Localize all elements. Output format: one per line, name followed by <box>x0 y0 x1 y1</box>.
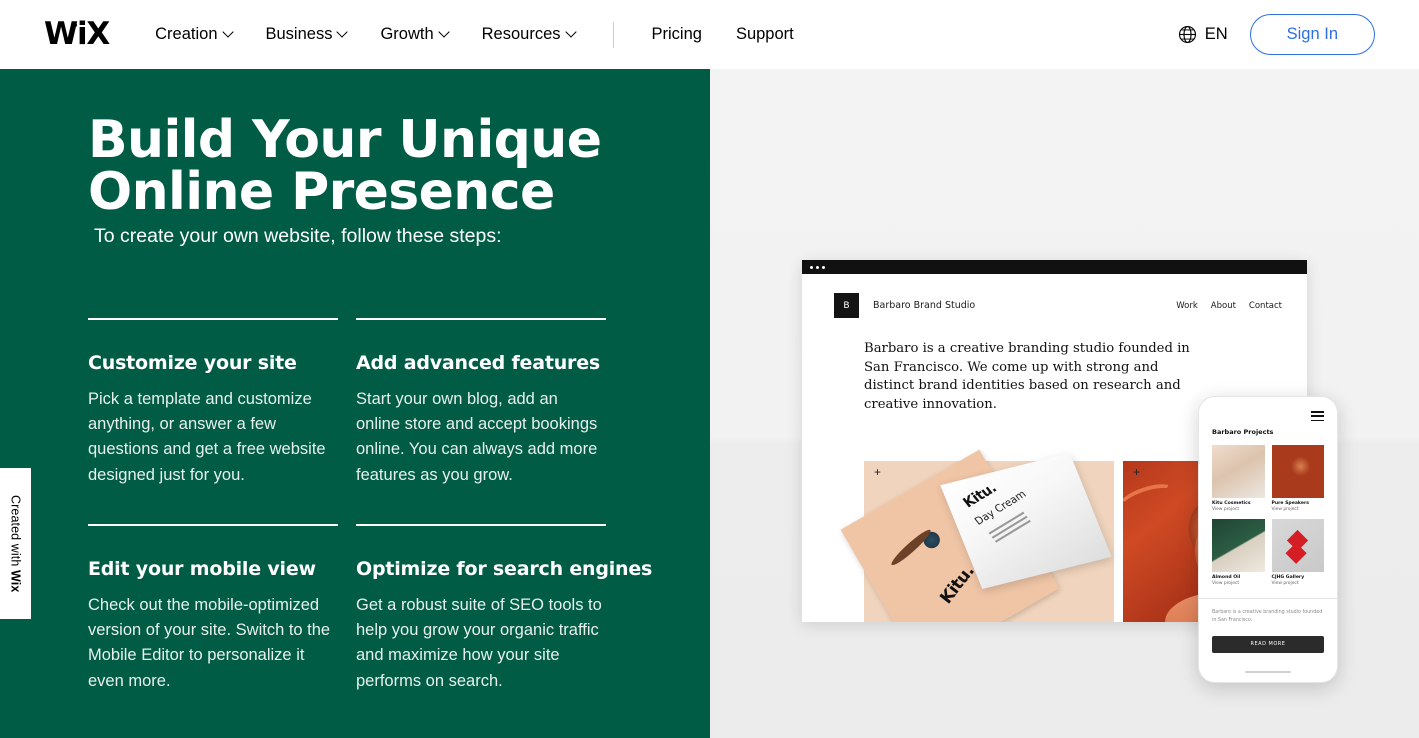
mobile-projects-grid: Kitu Cosmetics View project Pure Speaker… <box>1212 444 1325 586</box>
gallery-image-kitu-cosmetics: Kitu. Kitu. Day Cream <box>840 449 1114 622</box>
card-divider <box>356 523 606 526</box>
project-thumbnail <box>1212 444 1265 498</box>
created-with-wix-badge[interactable]: Created with Wix <box>0 468 31 619</box>
project-link[interactable]: View project <box>1272 507 1325 512</box>
sign-in-button[interactable]: Sign In <box>1249 14 1375 55</box>
eyebrow-shape <box>888 526 934 569</box>
mobile-divider <box>1199 597 1337 599</box>
step-card-customize: Customize your site Pick a template and … <box>88 318 338 488</box>
window-dot-icon <box>816 265 819 269</box>
card-body: Pick a template and customize anything, … <box>88 390 326 484</box>
preview-nav-work[interactable]: Work <box>1176 301 1198 311</box>
wix-logo[interactable]: WiX <box>44 15 110 52</box>
project-link[interactable]: View project <box>1212 507 1265 512</box>
browser-chrome-bar <box>802 260 1307 274</box>
nav-divider <box>612 21 614 48</box>
preview-site-nav: Work About Contact <box>1176 301 1282 311</box>
project-name: Pure Speakers <box>1271 500 1309 506</box>
window-dot-icon <box>822 265 825 269</box>
project-link[interactable]: View project <box>1272 581 1325 586</box>
mobile-project-item[interactable]: CJHG Gallery View project <box>1271 518 1325 586</box>
project-name: Almond Oil <box>1212 574 1241 580</box>
nav-item-support[interactable]: Support <box>719 25 811 44</box>
gallery-item-kitu[interactable]: + Kitu. Kitu. Day Cream <box>840 449 1114 622</box>
preview-logo-mark: B <box>834 293 859 318</box>
globe-icon <box>1178 25 1196 44</box>
project-thumbnail <box>1271 518 1324 572</box>
language-selector[interactable]: EN <box>1178 25 1228 44</box>
project-name: CJHG Gallery <box>1271 574 1305 580</box>
project-link[interactable]: View project <box>1212 581 1265 586</box>
wix-logo-text: WiX <box>44 15 110 52</box>
language-label: EN <box>1204 25 1228 43</box>
project-thumbnail <box>1271 444 1324 498</box>
nav-item-growth[interactable]: Growth <box>363 25 464 44</box>
card-title: Customize your site <box>88 352 297 374</box>
plus-icon: + <box>1133 465 1141 479</box>
card-title: Edit your mobile view <box>88 557 316 580</box>
card-divider <box>356 318 606 320</box>
page-title: Build Your Unique Online Presence <box>88 114 678 218</box>
header-actions: EN Sign In <box>1178 14 1375 55</box>
nav-item-pricing[interactable]: Pricing <box>635 25 719 44</box>
mobile-project-item[interactable]: Kitu Cosmetics View project <box>1212 444 1265 512</box>
mobile-preview-mockup[interactable]: Barbaro Projects Kitu Cosmetics View pro… <box>1198 396 1338 683</box>
project-name: Kitu Cosmetics <box>1212 500 1251 506</box>
preview-site-header: B Barbaro Brand Studio Work About Contac… <box>802 274 1307 318</box>
read-more-button[interactable]: READ MORE <box>1212 635 1324 653</box>
preview-nav-contact[interactable]: Contact <box>1249 301 1282 311</box>
mobile-paragraph: Barbaro is a creative branding studio fo… <box>1212 609 1323 624</box>
mobile-project-item[interactable]: Pure Speakers View project <box>1271 444 1325 512</box>
chevron-down-icon <box>437 25 450 38</box>
created-brand: Wix <box>8 569 23 593</box>
card-title: Optimize for search engines <box>356 557 653 580</box>
site-header: WiX Creation Business Growth Resources P… <box>0 0 1419 69</box>
card-title: Add advanced features <box>356 352 600 374</box>
nav-item-label: Pricing <box>651 25 702 43</box>
plus-icon: + <box>874 465 882 479</box>
nav-item-resources[interactable]: Resources <box>465 25 592 44</box>
hero-title-line-1: Build Your Unique <box>88 110 602 170</box>
preview-panel: B Barbaro Brand Studio Work About Contac… <box>710 69 1419 738</box>
steps-grid: Customize your site Pick a template and … <box>88 318 653 694</box>
kitu-wordmark: Kitu. <box>936 561 979 608</box>
hero-title-line-2: Online Presence <box>88 162 555 222</box>
preview-nav-about[interactable]: About <box>1211 301 1236 311</box>
card-divider <box>88 318 338 320</box>
step-card-mobile-view: Edit your mobile view Check out the mobi… <box>88 523 338 694</box>
preview-brand-name: Barbaro Brand Studio <box>873 300 976 311</box>
page-root: WiX Creation Business Growth Resources P… <box>0 0 1419 738</box>
card-body: Start your own blog, add an online store… <box>356 390 598 484</box>
created-with-wix-label: Created with Wix <box>9 495 23 592</box>
chevron-down-icon <box>336 25 349 38</box>
created-prefix: Created with <box>8 494 23 570</box>
nav-item-label: Creation <box>155 25 218 43</box>
step-card-seo: Optimize for search engines Get a robust… <box>356 523 653 694</box>
card-body: Get a robust suite of SEO tools to help … <box>356 595 602 690</box>
nav-item-business[interactable]: Business <box>249 25 364 44</box>
chevron-down-icon <box>221 25 234 38</box>
hamburger-menu-icon[interactable] <box>1311 411 1324 424</box>
nav-item-label: Business <box>265 25 333 43</box>
cable-shape <box>1123 478 1180 520</box>
chevron-down-icon <box>564 25 577 38</box>
nav-item-creation[interactable]: Creation <box>138 25 248 44</box>
step-card-advanced-features: Add advanced features Start your own blo… <box>356 318 606 488</box>
window-dot-icon <box>810 265 813 269</box>
hero-panel: Build Your Unique Online Presence To cre… <box>0 69 710 738</box>
mobile-home-indicator <box>1245 671 1291 673</box>
mobile-project-item[interactable]: Almond Oil View project <box>1212 518 1265 586</box>
preview-intro-paragraph: Barbaro is a creative branding studio fo… <box>864 341 1190 413</box>
nav-item-label: Support <box>735 25 794 43</box>
card-divider <box>88 523 338 526</box>
card-body: Check out the mobile-optimized version o… <box>88 595 331 690</box>
nav-item-label: Growth <box>380 25 434 43</box>
project-thumbnail <box>1212 518 1265 572</box>
hero-subtitle: To create your own website, follow these… <box>94 225 502 247</box>
mobile-section-title: Barbaro Projects <box>1212 427 1274 436</box>
main-nav: Creation Business Growth Resources Prici… <box>138 21 811 48</box>
nav-item-label: Resources <box>481 25 561 43</box>
mobile-preview-header <box>1199 397 1337 424</box>
wix-logo-dot-icon <box>73 22 77 27</box>
